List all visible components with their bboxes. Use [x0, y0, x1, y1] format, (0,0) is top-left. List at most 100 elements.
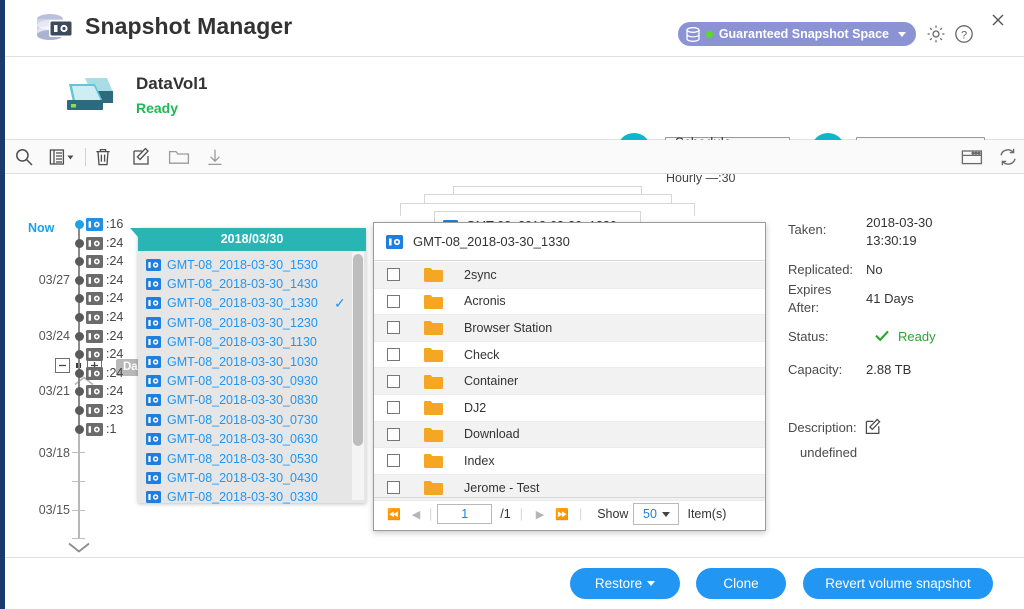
- snapshot-list-card: 2018/03/30 GMT-08_2018-03-30_1530 GMT-08_…: [130, 228, 366, 504]
- clone-button[interactable]: Clone: [696, 568, 786, 599]
- snapshot-list-item[interactable]: GMT-08_2018-03-30_1230: [146, 313, 318, 332]
- snapshot-icon[interactable]: [86, 329, 103, 343]
- timeline-node[interactable]: [75, 424, 84, 434]
- file-name: Check: [464, 347, 500, 362]
- page-size-select[interactable]: 50: [633, 503, 680, 525]
- edit-icon[interactable]: [864, 418, 882, 436]
- row-checkbox[interactable]: [387, 321, 400, 335]
- timeline-snapshot-count: :24: [106, 347, 124, 362]
- list-view-icon[interactable]: [49, 147, 77, 167]
- expires-label-line2: After:: [788, 300, 820, 315]
- snapshot-list-item[interactable]: GMT-08_2018-03-30_1430: [146, 274, 318, 293]
- timeline-node[interactable]: [75, 294, 84, 304]
- gear-icon[interactable]: [926, 24, 946, 44]
- timeline-node[interactable]: [75, 387, 84, 397]
- row-checkbox[interactable]: [387, 348, 400, 362]
- snapshot-list-item[interactable]: GMT-08_2018-03-30_0330: [146, 488, 318, 507]
- file-row[interactable]: Acronis: [374, 289, 765, 316]
- snapshot-icon[interactable]: [86, 273, 103, 287]
- timeline-node[interactable]: [75, 331, 84, 341]
- snapshot-icon: [146, 452, 161, 465]
- file-name: Index: [464, 453, 495, 468]
- snapshot-list-item[interactable]: GMT-08_2018-03-30_1330: [146, 294, 318, 313]
- search-icon[interactable]: [14, 147, 36, 167]
- last-page-icon[interactable]: ⏩: [554, 508, 570, 521]
- timeline-node[interactable]: [75, 368, 84, 378]
- first-page-icon[interactable]: ⏪: [386, 508, 402, 521]
- snapshot-list-item[interactable]: GMT-08_2018-03-30_0930: [146, 371, 318, 390]
- file-row[interactable]: DJ2: [374, 395, 765, 422]
- row-checkbox[interactable]: [387, 401, 400, 415]
- chevron-down-icon: [898, 31, 906, 37]
- snapshot-icon[interactable]: [86, 236, 103, 250]
- row-checkbox[interactable]: [387, 427, 400, 441]
- snapshot-icon[interactable]: [86, 292, 103, 306]
- snapshot-list-item[interactable]: GMT-08_2018-03-30_0530: [146, 449, 318, 468]
- close-icon[interactable]: [984, 6, 1012, 34]
- snapshot-icon: [146, 316, 161, 329]
- file-row[interactable]: 2sync: [374, 262, 765, 289]
- file-dialog-pager: ⏪ ◀ | 1 /1 | ▶ ⏩ | Show 50 Item(s): [374, 497, 765, 530]
- file-row[interactable]: Browser Station: [374, 315, 765, 342]
- snapshot-list-item[interactable]: GMT-08_2018-03-30_0630: [146, 430, 318, 449]
- timeline-node[interactable]: [75, 275, 84, 285]
- window-icon[interactable]: [960, 147, 984, 167]
- edit-icon[interactable]: [131, 147, 153, 167]
- refresh-icon[interactable]: [998, 147, 1020, 167]
- row-checkbox[interactable]: [387, 454, 400, 468]
- guaranteed-snapshot-space-badge[interactable]: Guaranteed Snapshot Space: [677, 22, 916, 46]
- page-title: Snapshot Manager: [85, 13, 293, 39]
- row-checkbox[interactable]: [387, 294, 400, 308]
- timeline-snapshot-count: :24: [106, 254, 124, 269]
- timeline-node[interactable]: [75, 220, 84, 229]
- download-icon[interactable]: [205, 147, 227, 167]
- folder-icon[interactable]: [168, 147, 190, 167]
- collapse-all-button[interactable]: [55, 358, 70, 373]
- timeline-tick: [72, 510, 85, 511]
- snapshot-list-item[interactable]: GMT-08_2018-03-30_1030: [146, 352, 318, 371]
- snapshot-list-item[interactable]: GMT-08_2018-03-30_0830: [146, 391, 318, 410]
- description-label: Description:: [788, 420, 857, 435]
- snapshot-icon[interactable]: [86, 218, 103, 231]
- snapshot-icon[interactable]: [86, 385, 103, 399]
- timeline-node[interactable]: [75, 313, 84, 322]
- snapshot-icon[interactable]: [86, 366, 103, 380]
- snapshot-icon[interactable]: [86, 404, 103, 417]
- prev-page-icon[interactable]: ◀: [408, 508, 424, 521]
- revert-volume-snapshot-button[interactable]: Revert volume snapshot: [803, 568, 993, 599]
- folder-icon: [424, 453, 443, 469]
- page-number-input[interactable]: 1: [437, 504, 493, 524]
- timeline-node[interactable]: [75, 257, 84, 267]
- snapshot-icon[interactable]: [86, 422, 103, 436]
- next-page-icon[interactable]: ▶: [532, 508, 548, 521]
- row-checkbox[interactable]: [387, 374, 400, 388]
- snapshot-list-item[interactable]: GMT-08_2018-03-30_0730: [146, 410, 318, 429]
- snapshot-icon[interactable]: [86, 348, 103, 362]
- chevron-down-icon[interactable]: [66, 540, 92, 554]
- svg-text:?: ?: [961, 30, 967, 42]
- taken-value-date: 2018-03-30: [866, 215, 933, 230]
- snapshot-list-item[interactable]: GMT-08_2018-03-30_1530: [146, 255, 318, 274]
- timeline-node[interactable]: [75, 406, 84, 415]
- row-checkbox[interactable]: [387, 481, 400, 495]
- help-icon[interactable]: ?: [954, 24, 974, 44]
- snapshot-icon[interactable]: [86, 311, 103, 324]
- file-row[interactable]: Check: [374, 342, 765, 369]
- file-row[interactable]: Index: [374, 448, 765, 475]
- snapshot-icon[interactable]: [86, 255, 103, 269]
- file-row[interactable]: Container: [374, 368, 765, 395]
- volume-stack-icon: [63, 74, 117, 120]
- snapshot-icon: [386, 234, 403, 249]
- folder-icon: [424, 374, 443, 389]
- snapshot-list-scrollbar-thumb[interactable]: [353, 254, 363, 446]
- row-checkbox[interactable]: [387, 268, 400, 282]
- trash-icon[interactable]: [93, 147, 115, 167]
- file-row[interactable]: Download: [374, 421, 765, 449]
- timeline-date-label: 03/24: [38, 328, 70, 343]
- snapshot-list-item[interactable]: GMT-08_2018-03-30_0430: [146, 468, 318, 487]
- restore-button[interactable]: Restore: [570, 568, 680, 599]
- snapshot-list-item[interactable]: GMT-08_2018-03-30_1130: [146, 333, 317, 352]
- taken-value-time: 13:30:19: [866, 233, 917, 248]
- timeline-node[interactable]: [75, 238, 84, 248]
- timeline-node[interactable]: [75, 350, 84, 360]
